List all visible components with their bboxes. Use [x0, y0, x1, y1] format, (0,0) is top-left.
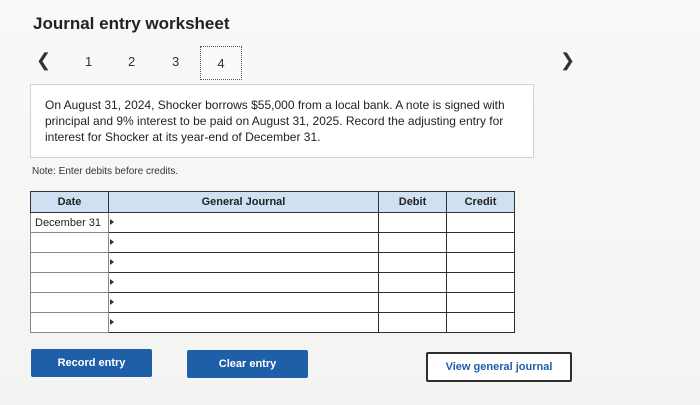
dropdown-caret-icon — [110, 299, 114, 305]
debit-input[interactable] — [378, 312, 447, 333]
dropdown-caret-icon — [110, 239, 114, 245]
table-row — [30, 292, 515, 313]
table-row: December 31 — [30, 212, 515, 233]
date-cell — [30, 312, 109, 333]
debit-input[interactable] — [378, 212, 447, 233]
account-dropdown[interactable] — [108, 312, 379, 333]
credit-input[interactable] — [446, 232, 515, 253]
account-dropdown[interactable] — [108, 292, 379, 313]
clear-entry-button[interactable]: Clear entry — [187, 350, 308, 378]
entry-note: Note: Enter debits before credits. — [32, 166, 179, 177]
dropdown-caret-icon — [110, 259, 114, 265]
step-4[interactable]: 4 — [200, 46, 242, 80]
dropdown-caret-icon — [110, 279, 114, 285]
account-dropdown[interactable] — [108, 212, 379, 233]
date-cell — [30, 292, 109, 313]
date-cell — [30, 232, 109, 253]
credit-input[interactable] — [446, 312, 515, 333]
header-debit: Debit — [378, 191, 447, 213]
account-dropdown[interactable] — [108, 272, 379, 293]
date-cell: December 31 — [30, 212, 109, 233]
journal-entry-table: Date General Journal Debit Credit Decemb… — [30, 191, 515, 333]
credit-input[interactable] — [446, 292, 515, 313]
date-cell — [30, 252, 109, 273]
table-row — [30, 272, 515, 293]
date-cell — [30, 272, 109, 293]
step-2[interactable]: 2 — [128, 54, 135, 69]
step-3[interactable]: 3 — [172, 54, 179, 69]
credit-input[interactable] — [446, 212, 515, 233]
record-entry-button[interactable]: Record entry — [31, 349, 152, 377]
view-general-journal-button[interactable]: View general journal — [426, 352, 572, 382]
step-navigation: ❮ 1 2 3 4 ❯ — [32, 46, 592, 80]
header-credit: Credit — [446, 191, 515, 213]
account-dropdown[interactable] — [108, 232, 379, 253]
worksheet-page: Journal entry worksheet ❮ 1 2 3 4 ❯ On A… — [0, 0, 700, 405]
chevron-right-icon[interactable]: ❯ — [560, 50, 575, 71]
debit-input[interactable] — [378, 292, 447, 313]
credit-input[interactable] — [446, 272, 515, 293]
table-row — [30, 312, 515, 333]
chevron-left-icon[interactable]: ❮ — [36, 50, 51, 71]
header-general-journal: General Journal — [108, 191, 379, 213]
debit-input[interactable] — [378, 232, 447, 253]
header-date: Date — [30, 191, 109, 213]
credit-input[interactable] — [446, 252, 515, 273]
page-title: Journal entry worksheet — [33, 14, 230, 33]
dropdown-caret-icon — [110, 219, 114, 225]
debit-input[interactable] — [378, 252, 447, 273]
debit-input[interactable] — [378, 272, 447, 293]
table-row — [30, 232, 515, 253]
step-1[interactable]: 1 — [85, 54, 92, 69]
account-dropdown[interactable] — [108, 252, 379, 273]
question-text: On August 31, 2024, Shocker borrows $55,… — [30, 84, 534, 158]
dropdown-caret-icon — [110, 319, 114, 325]
table-row — [30, 252, 515, 273]
